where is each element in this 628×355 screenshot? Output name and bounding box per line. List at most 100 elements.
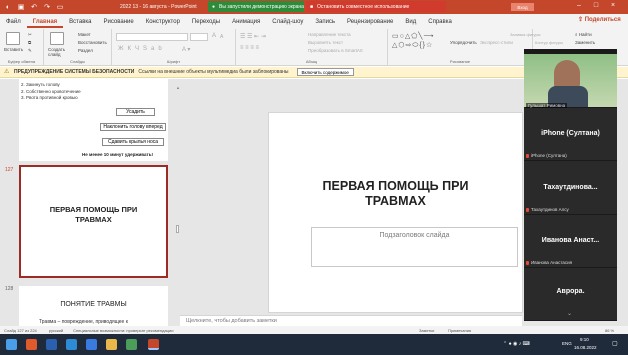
powerpoint-icon[interactable] bbox=[148, 339, 159, 350]
main-slide[interactable]: ПЕРВАЯ ПОМОЩЬ ПРИ ТРАВМАХ Подзаголовок с… bbox=[268, 112, 523, 313]
enable-content-button[interactable]: Включить содержимое bbox=[296, 68, 354, 76]
font-name-select[interactable] bbox=[116, 33, 188, 41]
shape-outline-button[interactable]: Контур фигуры bbox=[535, 40, 563, 45]
language-indicator[interactable]: русский bbox=[49, 328, 63, 333]
align-icon[interactable]: ≡ ≡ ≡ ≡ bbox=[240, 45, 259, 51]
slide-title[interactable]: ПЕРВАЯ ПОМОЩЬ ПРИ ТРАВМАХ bbox=[269, 179, 522, 209]
slides-group: Создать слайд Макет Восстановить Раздел … bbox=[44, 29, 112, 65]
menu-tab[interactable]: Главная bbox=[26, 19, 64, 28]
close-icon[interactable]: × bbox=[607, 2, 619, 9]
reset-button[interactable]: Восстановить bbox=[78, 40, 107, 45]
app-icon[interactable] bbox=[126, 339, 137, 350]
menu-tab[interactable]: Справка bbox=[422, 19, 458, 28]
layout-button[interactable]: Макет bbox=[78, 32, 91, 37]
quick-styles-button[interactable]: Экспресс-стили bbox=[480, 40, 513, 45]
paste-button[interactable]: Вставить bbox=[4, 47, 23, 52]
login-button[interactable]: Вход bbox=[511, 3, 534, 11]
paragraph-group: ☰ ☰ ⇤ ⇥ ≡ ≡ ≡ ≡ Направление текста Выров… bbox=[236, 29, 388, 65]
find-button[interactable]: ⌕ Найти bbox=[575, 32, 592, 37]
mic-muted-icon bbox=[526, 153, 529, 158]
flow-box: Усадить bbox=[116, 108, 155, 116]
comments-toggle[interactable]: Примечания bbox=[448, 328, 471, 333]
keyboard-language[interactable]: ENG bbox=[562, 341, 572, 346]
browser-icon[interactable] bbox=[66, 339, 77, 350]
bullets-icon[interactable]: ☰ ☰ ⇤ ⇥ bbox=[240, 33, 266, 40]
thumbnail-scrollbar[interactable]: ▲ bbox=[175, 85, 180, 321]
copy-icon[interactable]: ⧉ bbox=[28, 40, 31, 45]
section-button[interactable]: Раздел bbox=[78, 48, 93, 53]
folder-icon[interactable] bbox=[106, 339, 117, 350]
smartart-button[interactable]: Преобразовать в SmartArt bbox=[308, 48, 363, 53]
thumbnail-128[interactable]: ПОНЯТИЕ ТРАВМЫ Травма – повреждение, при… bbox=[19, 286, 168, 326]
cut-icon[interactable]: ✂ bbox=[28, 32, 32, 38]
undo-icon[interactable]: ↶ bbox=[29, 2, 39, 12]
word-icon[interactable] bbox=[46, 339, 57, 350]
firefox-icon[interactable] bbox=[26, 339, 37, 350]
menu-tab[interactable]: Рецензирование bbox=[341, 19, 399, 28]
accessibility-status[interactable]: Специальные возможности: проверьте реком… bbox=[73, 328, 173, 333]
window-title: 2022 13 - 16 августа - PowerPoint bbox=[120, 4, 197, 10]
menu-tab[interactable]: Файл bbox=[0, 19, 27, 28]
subtitle-placeholder[interactable]: Подзаголовок слайда bbox=[311, 227, 518, 267]
zoom-app-icon[interactable] bbox=[86, 339, 97, 350]
stop-sharing-button[interactable]: ■ Остановить совместное использование bbox=[306, 1, 446, 12]
text-direction-button[interactable]: Направление текста bbox=[308, 32, 351, 37]
thumbnail-prev[interactable]: 2. Закинуть голову 2. Собственно кровоте… bbox=[19, 79, 168, 161]
zoom-level[interactable]: 86 % bbox=[605, 328, 614, 333]
tray-icons[interactable]: ⌃ ● ◉ ♪ ⌨ bbox=[503, 341, 530, 347]
notification-icon[interactable]: ▢ bbox=[612, 340, 618, 347]
menu-tab[interactable]: Рисование bbox=[97, 19, 139, 28]
shapes-gallery[interactable]: ▭○△⬠╲⟶ bbox=[392, 32, 435, 40]
security-title: ПРЕДУПРЕЖДЕНИЕ СИСТЕМЫ БЕЗОПАСНОСТИ bbox=[14, 69, 135, 75]
menu-tab[interactable]: Конструктор bbox=[140, 19, 186, 28]
format-painter-icon[interactable]: ✎ bbox=[28, 48, 32, 54]
participant-tile-camera[interactable]: Гульшат Римовна bbox=[524, 54, 617, 108]
stop-icon: ■ bbox=[310, 3, 314, 10]
mic-muted-icon bbox=[526, 260, 529, 265]
notes-toggle[interactable]: Заметки bbox=[419, 328, 434, 333]
participant-tile[interactable]: iPhone (Султана) iPhone (Султана) bbox=[524, 108, 617, 160]
participant-tile[interactable]: Аврора. ⌄ bbox=[524, 268, 617, 320]
align-text-button[interactable]: Выровнять текст bbox=[308, 40, 343, 45]
maximize-icon[interactable]: □ bbox=[590, 2, 602, 9]
shapes-gallery-row2[interactable]: △⬡⇨⬭{}☆ bbox=[392, 41, 433, 50]
clock-time[interactable]: 9:10 bbox=[580, 337, 589, 342]
paste-icon[interactable] bbox=[6, 32, 20, 45]
font-style-buttons[interactable]: ЖКЧSab bbox=[118, 46, 166, 52]
drawing-group: ▭○△⬠╲⟶ △⬡⇨⬭{}☆ Упорядочить Экспресс-стил… bbox=[388, 29, 541, 65]
share-button[interactable]: ⇪ Поделиться bbox=[578, 16, 621, 23]
redo-icon[interactable]: ↷ bbox=[42, 2, 52, 12]
menu-tab[interactable]: Слайд-шоу bbox=[266, 19, 309, 28]
menu-tab[interactable]: Вид bbox=[399, 19, 422, 28]
start-icon[interactable] bbox=[6, 339, 17, 350]
increase-font-icon[interactable]: A bbox=[212, 33, 216, 39]
chevron-down-icon[interactable]: ⌄ bbox=[567, 310, 572, 317]
notes-pane[interactable]: Щелкните, чтобы добавить заметки bbox=[180, 315, 522, 326]
arrange-button[interactable]: Упорядочить bbox=[450, 40, 477, 45]
menu-tab[interactable]: Вставка bbox=[63, 19, 97, 28]
autosave-icon[interactable]: ◐ bbox=[3, 2, 13, 12]
decrease-font-icon[interactable]: A bbox=[220, 34, 223, 40]
save-icon[interactable]: ▣ bbox=[16, 2, 26, 12]
minimize-icon[interactable]: – bbox=[573, 2, 585, 9]
present-icon[interactable]: ▭ bbox=[55, 2, 65, 12]
new-slide-icon[interactable] bbox=[50, 32, 64, 45]
clock-date[interactable]: 16.08.2022 bbox=[574, 345, 597, 350]
menu-tab[interactable]: Анимация bbox=[226, 19, 266, 28]
scroll-up-icon[interactable]: ▲ bbox=[176, 85, 180, 90]
menu-tab[interactable]: Переходы bbox=[186, 19, 226, 28]
menu-bar: Файл Главная Вставка Рисование Конструктор Пе… bbox=[0, 14, 628, 28]
thumbnail-128-title: ПОНЯТИЕ ТРАВМЫ bbox=[60, 301, 127, 308]
scroll-thumb[interactable] bbox=[176, 225, 179, 233]
new-slide-button[interactable]: Создать слайд bbox=[48, 47, 72, 57]
font-color-icon[interactable]: A ▾ bbox=[182, 46, 190, 53]
participant-tile[interactable]: Тахаутдинова... Тахаутдинов Алсу bbox=[524, 161, 617, 214]
video-call-panel: Гульшат Римовна iPhone (Султана) iPhone … bbox=[524, 49, 617, 321]
replace-button[interactable]: Заменить bbox=[575, 40, 595, 45]
screen-share-notice: ● Вы запустили демонстрацию экрана bbox=[208, 1, 304, 12]
font-size-select[interactable] bbox=[190, 33, 208, 41]
participant-tile[interactable]: Иванова Анаст... Иванова Анастасия bbox=[524, 215, 617, 267]
thumbnail-127[interactable]: ПЕРВАЯ ПОМОЩЬ ПРИ ТРАВМАХ bbox=[19, 165, 168, 278]
prev-list: 2. Закинуть голову 2. Собственно кровоте… bbox=[21, 82, 81, 100]
menu-tab[interactable]: Запись bbox=[309, 19, 341, 28]
